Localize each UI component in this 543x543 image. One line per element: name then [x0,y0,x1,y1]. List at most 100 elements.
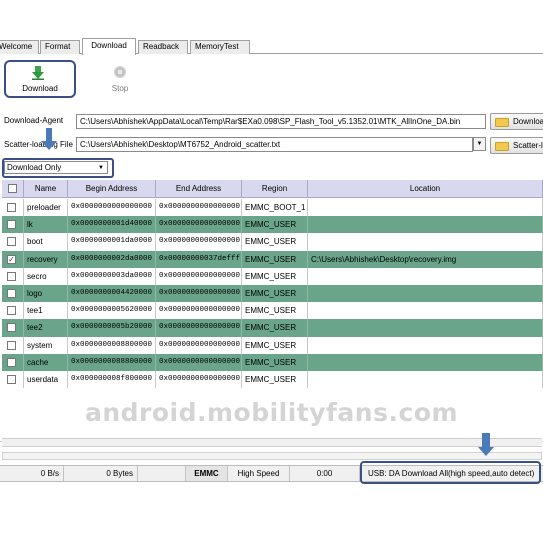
table-row[interactable]: ✓ recovery 0x0000000002da0000 0x00000000037… [2,250,543,268]
column-header-location[interactable]: Location [308,180,543,198]
row-checkbox[interactable] [7,220,16,230]
horizontal-scrollbar[interactable] [2,438,542,447]
tab-download[interactable]: Download [82,38,136,55]
stop-button[interactable]: Stop [100,84,140,93]
cell-end: 0x0000000000000000 [156,353,242,371]
cell-location[interactable] [308,371,543,389]
download-agent-button[interactable]: Download [490,113,543,130]
row-checkbox-cell [2,267,24,285]
column-header-region[interactable]: Region [242,180,308,198]
download-button[interactable]: Download [4,84,76,93]
cell-location[interactable] [308,199,543,217]
cell-begin: 0x0000000088800000 [68,353,156,371]
row-checkbox-cell [2,216,24,234]
column-header-begin-address[interactable]: Begin Address [68,180,156,198]
row-checkbox-cell [2,302,24,320]
row-checkbox-cell [2,336,24,354]
tab-welcome[interactable]: Welcome [0,40,39,54]
row-checkbox[interactable] [7,289,16,298]
cell-begin: 0x0000000002da0000 [68,250,156,268]
cell-region: EMMC_USER [242,267,308,285]
row-checkbox[interactable] [7,357,16,367]
table-row[interactable]: preloader 0x0000000000000000 0x00000000000… [2,199,543,217]
cell-region: EMMC_USER [242,285,308,303]
cell-location[interactable] [308,336,543,354]
download-agent-button-label: Download [513,117,543,126]
scatter-file-label: Scatter-loading File [4,140,73,149]
scatter-file-button-label: Scatter-loading [513,141,543,150]
cell-location[interactable] [308,353,543,371]
cell-end: 0x0000000000000000 [156,371,242,389]
row-checkbox[interactable] [7,340,16,350]
header-select-all[interactable] [2,180,24,198]
cell-location[interactable] [308,267,543,285]
download-mode-select[interactable]: Download Only [4,161,108,174]
tab-memorytest[interactable]: MemoryTest [190,40,250,54]
cell-begin: 0x000000008f800000 [68,371,156,389]
cell-name: preloader [24,199,68,217]
cell-name: cache [24,353,68,371]
cell-location[interactable] [308,216,543,234]
row-checkbox-cell [2,199,24,217]
cell-region: EMMC_USER [242,319,308,337]
cell-end: 0x0000000000000000 [156,199,242,217]
table-row[interactable]: userdata 0x000000008f800000 0x000000000000… [2,371,543,389]
row-checkbox[interactable]: ✓ [7,254,16,264]
table-row[interactable]: lk 0x0000000001d40000 0x0000000000000000 EM… [2,216,543,234]
table-row[interactable]: cache 0x0000000088800000 0x000000000000000… [2,353,543,371]
cell-region: EMMC_USER [242,353,308,371]
cell-end: 0x0000000000000000 [156,319,242,337]
cell-name: lk [24,216,68,234]
cell-begin: 0x0000000000000000 [68,199,156,217]
cell-end: 0x0000000000000000 [156,285,242,303]
table-row[interactable]: tee1 0x0000000005620000 0x0000000000000000… [2,302,543,320]
tab-format[interactable]: Format [40,40,80,54]
folder-icon [495,118,509,127]
scatter-dropdown-arrow[interactable]: ▼ [473,137,486,151]
cell-location[interactable] [308,319,543,337]
status-spacer [138,466,186,481]
cell-name: tee1 [24,302,68,320]
table-row[interactable]: logo 0x0000000004420000 0x0000000000000000… [2,285,543,303]
row-checkbox[interactable] [7,237,16,247]
cell-region: EMMC_BOOT_1 [242,199,308,217]
column-header-end-address[interactable]: End Address [156,180,242,198]
cell-location[interactable] [308,233,543,251]
cell-location[interactable]: C:\Users\Abhishek\Desktop\recovery.img [308,250,543,268]
cell-begin: 0x0000000005620000 [68,302,156,320]
table-row[interactable]: boot 0x0000000001da0000 0x0000000000000000… [2,233,543,251]
cell-name: userdata [24,371,68,389]
tab-bar: Welcome Format Download Readback MemoryT… [0,38,543,55]
cell-begin: 0x0000000008800000 [68,336,156,354]
download-arrow-icon[interactable] [32,66,44,80]
row-checkbox-cell: ✓ [2,250,24,268]
cell-region: EMMC_USER [242,371,308,389]
connection-status-highlight [360,461,541,484]
chevron-down-icon[interactable]: ▼ [98,165,104,171]
cell-name: secro [24,267,68,285]
row-checkbox[interactable] [7,203,16,212]
cell-location[interactable] [308,302,543,320]
table-row[interactable]: secro 0x0000000003da0000 0x000000000000000… [2,267,543,285]
cell-end: 0x0000000000000000 [156,302,242,320]
cell-name: system [24,336,68,354]
table-row[interactable]: system 0x0000000008800000 0x00000000000000… [2,336,543,354]
row-checkbox[interactable] [7,375,16,384]
cell-location[interactable] [308,285,543,303]
row-checkbox[interactable] [7,323,16,333]
select-all-checkbox[interactable] [8,184,17,193]
scatter-file-button[interactable]: Scatter-loading [490,137,543,154]
stop-icon[interactable] [114,66,126,78]
status-speed-mode: High Speed [228,466,290,481]
table-row[interactable]: tee2 0x0000000005b20000 0x0000000000000000… [2,319,543,337]
cell-region: EMMC_USER [242,233,308,251]
status-bytes: 0 Bytes [64,466,138,481]
scatter-file-path-field[interactable]: C:\Users\Abhishek\Desktop\MT6752_Android… [76,137,473,152]
row-checkbox[interactable] [7,306,16,316]
download-agent-path-field[interactable]: C:\Users\Abhishek\AppData\Local\Temp\Rar… [76,114,486,129]
tab-readback[interactable]: Readback [138,40,188,54]
row-checkbox-cell [2,353,24,371]
row-checkbox[interactable] [7,271,16,281]
column-header-name[interactable]: Name [24,180,68,198]
cell-end: 0x0000000000000000 [156,233,242,251]
